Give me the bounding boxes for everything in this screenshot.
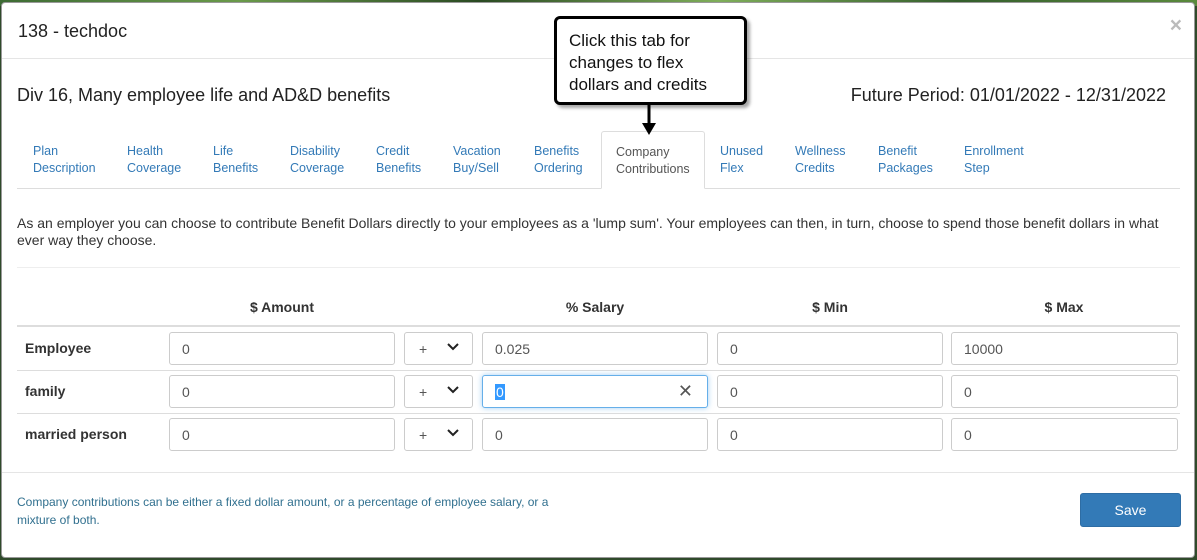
amount-value: 0 — [182, 384, 190, 400]
operator-value: + — [419, 341, 428, 357]
tab-label: Benefits — [376, 161, 422, 175]
salary-value: 0 — [495, 384, 505, 400]
max-input[interactable]: 0 — [951, 375, 1178, 408]
amount-value: 0 — [182, 427, 190, 443]
min-value: 0 — [730, 427, 738, 443]
tab-enrollment-step[interactable]: Enrollment Step — [964, 131, 1024, 188]
header-max: $ Max — [1044, 299, 1084, 315]
tab-label: Coverage — [290, 161, 345, 175]
callout-box: Click this tab for changes to flex dolla… — [554, 16, 747, 105]
tab-label: Credits — [795, 161, 835, 175]
tab-company-contributions[interactable]: Company Contributions — [601, 131, 705, 189]
tab-benefits-ordering[interactable]: Benefits Ordering — [534, 131, 583, 188]
min-value: 0 — [730, 384, 738, 400]
tab-label: Packages — [878, 161, 933, 175]
header-salary: % Salary — [565, 299, 625, 315]
tab-label: Step — [964, 161, 990, 175]
salary-input[interactable]: 0.025 — [482, 332, 708, 365]
tab-wellness-credits[interactable]: Wellness Credits — [795, 131, 845, 188]
tab-label: Health — [127, 144, 164, 158]
tab-label: Flex — [720, 161, 744, 175]
max-value: 10000 — [964, 341, 1003, 357]
tab-label: Company — [616, 145, 670, 159]
operator-value: + — [419, 384, 428, 400]
amount-input[interactable]: 0 — [169, 418, 395, 451]
plan-title: Div 16, Many employee life and AD&D bene… — [17, 85, 391, 105]
tab-label: Ordering — [534, 161, 583, 175]
operator-select[interactable]: + — [404, 332, 473, 365]
tab-credit-benefits[interactable]: Credit Benefits — [376, 131, 421, 188]
table-row: family 0 + 0 ✕ 0 0 — [17, 370, 1180, 414]
min-value: 0 — [730, 341, 738, 357]
tab-life-benefits[interactable]: Life Benefits — [213, 131, 258, 188]
table-row: Employee 0 + 0.025 0 10000 — [17, 327, 1180, 371]
tab-health-coverage[interactable]: Health Coverage — [127, 131, 181, 188]
tab-label: Description — [33, 161, 96, 175]
header-amount: $ Amount — [249, 299, 315, 315]
footer-note: Company contributions can be either a fi… — [17, 495, 549, 527]
tab-plan-description[interactable]: Plan Description — [33, 131, 96, 188]
salary-value: 0.025 — [495, 341, 531, 357]
amount-input[interactable]: 0 — [169, 332, 395, 365]
tab-label: Coverage — [127, 161, 182, 175]
footer-divider — [2, 472, 1194, 473]
tab-label: Benefits — [534, 144, 580, 158]
row-label: family — [25, 383, 66, 399]
tab-benefit-packages[interactable]: Benefit Packages — [878, 131, 933, 188]
min-input[interactable]: 0 — [717, 375, 943, 408]
tab-label: Contributions — [616, 162, 690, 176]
operator-value: + — [419, 427, 428, 443]
save-button[interactable]: Save — [1080, 493, 1181, 527]
header-min: $ Min — [812, 299, 848, 315]
max-input[interactable]: 10000 — [951, 332, 1178, 365]
max-value: 0 — [964, 384, 972, 400]
max-input[interactable]: 0 — [951, 418, 1178, 451]
tab-vacation-buy-sell[interactable]: Vacation Buy/Sell — [453, 131, 501, 188]
amount-value: 0 — [182, 341, 190, 357]
callout-arrow-icon — [642, 103, 656, 135]
salary-value: 0 — [495, 427, 503, 443]
tab-bar: Plan Description Health Coverage Life Benef… — [17, 131, 1180, 189]
tab-unused-flex[interactable]: Unused Flex — [720, 131, 763, 188]
chevron-down-icon — [447, 429, 459, 437]
operator-select[interactable]: + — [404, 418, 473, 451]
tab-label: Unused — [720, 144, 764, 158]
amount-input[interactable]: 0 — [169, 375, 395, 408]
tab-label: Disability — [290, 144, 341, 158]
row-label: married person — [25, 426, 127, 442]
modal-title: 138 - techdoc — [18, 21, 128, 41]
divider — [17, 267, 1180, 268]
salary-input[interactable]: 0 ✕ — [482, 375, 708, 408]
clear-icon[interactable]: ✕ — [678, 381, 693, 402]
tab-disability-coverage[interactable]: Disability Coverage — [290, 131, 344, 188]
tab-label: Wellness — [795, 144, 846, 158]
tab-label: Benefit — [878, 144, 917, 158]
salary-input[interactable]: 0 — [482, 418, 708, 451]
row-label: Employee — [25, 340, 92, 356]
description-text: As an employer you can choose to contrib… — [17, 215, 1159, 248]
min-input[interactable]: 0 — [717, 418, 943, 451]
operator-select[interactable]: + — [404, 375, 473, 408]
table-row: married person 0 + 0 0 0 — [17, 413, 1180, 456]
tab-label: Benefits — [213, 161, 259, 175]
period-label: Future Period: 01/01/2022 - 12/31/2022 — [850, 85, 1166, 105]
tab-label: Credit — [376, 144, 410, 158]
chevron-down-icon — [447, 343, 459, 351]
max-value: 0 — [964, 427, 972, 443]
chevron-down-icon — [447, 386, 459, 394]
tab-label: Life — [213, 144, 234, 158]
tab-label: Enrollment — [964, 144, 1024, 158]
tab-label: Plan — [33, 144, 59, 158]
tab-label: Vacation — [453, 144, 501, 158]
tab-label: Buy/Sell — [453, 161, 499, 175]
min-input[interactable]: 0 — [717, 332, 943, 365]
close-icon[interactable]: × — [1170, 15, 1182, 36]
